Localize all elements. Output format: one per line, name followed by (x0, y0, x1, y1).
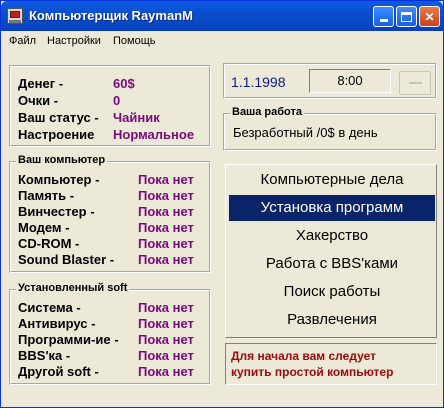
software-panel-title: Установленный soft (16, 282, 130, 294)
points-value: 0 (113, 93, 121, 108)
stats-panel: Денег - 60$ Очки - 0 Ваш статус - Чайник… (9, 65, 211, 147)
close-icon: ✕ (424, 9, 435, 24)
maximize-button[interactable] (396, 6, 417, 27)
job-panel-title: Ваша работа (230, 106, 304, 118)
sound-label: Sound Blaster - (18, 252, 115, 267)
message-line-2: купить простой компьютер (231, 365, 394, 379)
antivirus-value: Пока нет (138, 316, 194, 331)
status-value: Чайник (113, 110, 160, 125)
bbs-label: BBS'ка - (18, 348, 71, 363)
message-box: Для начала вам следует купить простой ко… (225, 343, 437, 385)
title-bar[interactable]: Компьютерщик RaymanM ✕ (1, 1, 443, 31)
system-value: Пока нет (138, 300, 194, 315)
modem-value: Пока нет (138, 220, 194, 235)
money-value: 60$ (113, 76, 135, 91)
menu-file[interactable]: Файл (9, 35, 36, 47)
mood-label: Настроение (18, 127, 95, 142)
computer-panel: Ваш компьютер Компьютер - Пока нет Памят… (9, 154, 211, 273)
status-label: Ваш статус - (18, 110, 99, 125)
menu-bar: Файл Настройки Помощь (3, 31, 441, 51)
money-label: Денег - (18, 76, 64, 91)
programming-label: Программи-ие - (18, 332, 119, 347)
close-button[interactable]: ✕ (419, 6, 440, 27)
system-label: Система - (18, 300, 81, 315)
cdrom-value: Пока нет (138, 236, 194, 251)
disabled-button[interactable] (399, 71, 431, 95)
action-hacking[interactable]: Хакерство (229, 223, 435, 249)
memory-label: Память - (18, 188, 75, 203)
hdd-label: Винчестер - (18, 204, 95, 219)
dash-icon (409, 82, 422, 84)
action-computer-affairs[interactable]: Компьютерные дела (229, 167, 435, 193)
points-label: Очки - (18, 93, 59, 108)
modem-label: Модем - (18, 220, 70, 235)
action-bbs[interactable]: Работа с BBS'ками (229, 251, 435, 277)
bbs-value: Пока нет (138, 348, 194, 363)
maximize-icon (401, 11, 412, 22)
computer-value: Пока нет (138, 172, 194, 187)
action-job-search[interactable]: Поиск работы (229, 279, 435, 305)
memory-value: Пока нет (138, 188, 194, 203)
time-display: 8:00 (309, 69, 391, 93)
computer-label: Компьютер - (18, 172, 100, 187)
cdrom-label: CD-ROM - (18, 236, 80, 251)
job-text: Безработный /0$ в день (233, 125, 378, 140)
hdd-value: Пока нет (138, 204, 194, 219)
sound-value: Пока нет (138, 252, 194, 267)
main-window: Компьютерщик RaymanM ✕ Файл Настройки По… (0, 0, 444, 408)
window-title: Компьютерщик RaymanM (29, 8, 193, 23)
menu-help[interactable]: Помощь (113, 35, 156, 47)
computer-icon (7, 8, 23, 24)
action-entertainment[interactable]: Развлечения (229, 307, 435, 333)
mood-value: Нормальное (113, 127, 195, 142)
message-line-1: Для начала вам следует (231, 349, 376, 363)
other-soft-label: Другой soft - (18, 364, 99, 379)
computer-panel-title: Ваш компьютер (16, 154, 108, 166)
menu-settings[interactable]: Настройки (47, 35, 101, 47)
minimize-icon (379, 19, 388, 22)
programming-value: Пока нет (138, 332, 194, 347)
date-display: 1.1.1998 (231, 74, 286, 90)
minimize-button[interactable] (373, 6, 394, 27)
actions-panel: Компьютерные дела Установка программ Хак… (225, 164, 437, 338)
antivirus-label: Антивирус - (18, 316, 96, 331)
other-soft-value: Пока нет (138, 364, 194, 379)
action-install-programs[interactable]: Установка программ (229, 195, 435, 221)
software-panel: Установленный soft Система - Пока нет Ан… (9, 282, 211, 385)
